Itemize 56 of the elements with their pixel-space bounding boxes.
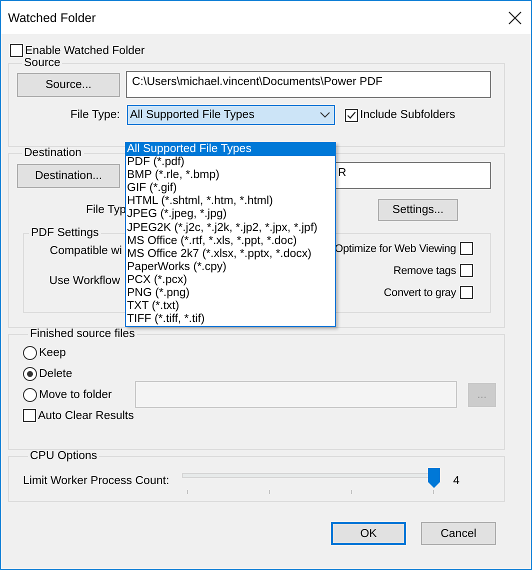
group-title: CPU Options bbox=[29, 450, 98, 462]
dropdown-option[interactable]: BMP (*.rle, *.bmp) bbox=[126, 169, 335, 182]
checkbox-label: Include Subfolders bbox=[360, 109, 456, 121]
path-field[interactable]: C:\Users\michael.vincent\Documents\Power PDF bbox=[126, 71, 491, 98]
checkbox[interactable] bbox=[10, 44, 23, 57]
checkbox[interactable] bbox=[460, 242, 473, 255]
folder-field[interactable] bbox=[134, 381, 457, 408]
dropdown-option[interactable]: PaperWorks (*.cpy) bbox=[126, 260, 335, 274]
radio-button[interactable] bbox=[23, 346, 37, 360]
radio-label: Keep bbox=[39, 346, 66, 358]
file-type-dropdown[interactable]: All Supported File Types bbox=[127, 105, 335, 125]
slider-thumb[interactable] bbox=[428, 468, 440, 488]
field-label: Use Workflow bbox=[49, 275, 120, 287]
ok-button[interactable]: OK bbox=[331, 522, 406, 545]
radio-label: Move to folder bbox=[39, 388, 112, 400]
dropdown-option[interactable]: PDF (*.pdf) bbox=[126, 156, 335, 170]
slider-value: 4 bbox=[453, 475, 460, 487]
dropdown-option[interactable]: JPEG (*.jpeg, *.jpg) bbox=[126, 208, 335, 222]
close-icon[interactable] bbox=[508, 10, 522, 24]
checkbox[interactable] bbox=[460, 286, 473, 299]
checkbox-label: Auto Clear Results bbox=[38, 410, 134, 422]
dropdown-option[interactable]: TXT (*.txt) bbox=[126, 300, 335, 314]
group-title: Finished source files bbox=[29, 328, 136, 340]
radio-label: Delete bbox=[39, 368, 72, 380]
field-label: File Type: bbox=[69, 109, 121, 121]
source-button[interactable]: Source... bbox=[17, 72, 120, 96]
checkbox-label: Enable Watched Folder bbox=[25, 44, 145, 56]
dropdown-option[interactable]: MS Office (*.rtf, *.xls, *.ppt, *.doc) bbox=[126, 234, 335, 248]
group-title: Source bbox=[23, 57, 62, 69]
checkbox[interactable] bbox=[345, 108, 358, 122]
checkbox-label: Convert to gray bbox=[384, 286, 456, 298]
field-label: File Typ bbox=[84, 204, 126, 216]
dropdown-option[interactable]: PNG (*.png) bbox=[126, 287, 335, 300]
checkbox[interactable] bbox=[460, 264, 473, 277]
group-title: PDF Settings bbox=[30, 227, 100, 239]
dropdown-option[interactable]: TIFF (*.tiff, *.tif) bbox=[126, 313, 335, 326]
field-label: Limit Worker Process Count: bbox=[23, 475, 170, 487]
radio-button[interactable] bbox=[23, 366, 37, 380]
chevron-down-icon bbox=[320, 112, 330, 118]
dropdown-option[interactable]: All Supported File Types bbox=[126, 143, 335, 156]
group-title: Destination bbox=[23, 147, 83, 159]
field-label: Compatible wi bbox=[50, 245, 122, 257]
slider-track[interactable] bbox=[182, 468, 440, 494]
dropdown-option[interactable]: PCX (*.pcx) bbox=[126, 274, 335, 288]
dropdown-option[interactable]: GIF (*.gif) bbox=[126, 182, 335, 196]
dropdown-option[interactable]: HTML (*.shtml, *.htm, *.html) bbox=[126, 195, 335, 208]
checkbox[interactable] bbox=[23, 409, 36, 422]
dropdown-option[interactable]: MS Office 2k7 (*.xlsx, *.pptx, *.docx) bbox=[126, 248, 335, 261]
checkbox-label: Optimize for Web Viewing bbox=[334, 242, 456, 254]
window-title: Watched Folder bbox=[8, 10, 96, 24]
cancel-button[interactable]: Cancel bbox=[421, 522, 496, 545]
checkbox-label: Remove tags bbox=[393, 264, 456, 276]
dropdown-option[interactable]: JPEG2K (*.j2c, *.j2k, *.jp2, *.jpx, *.jpf) bbox=[126, 222, 335, 235]
settings-button[interactable]: Settings... bbox=[378, 199, 458, 221]
radio-button[interactable] bbox=[23, 388, 37, 402]
destination-button[interactable]: Destination... bbox=[17, 164, 120, 188]
